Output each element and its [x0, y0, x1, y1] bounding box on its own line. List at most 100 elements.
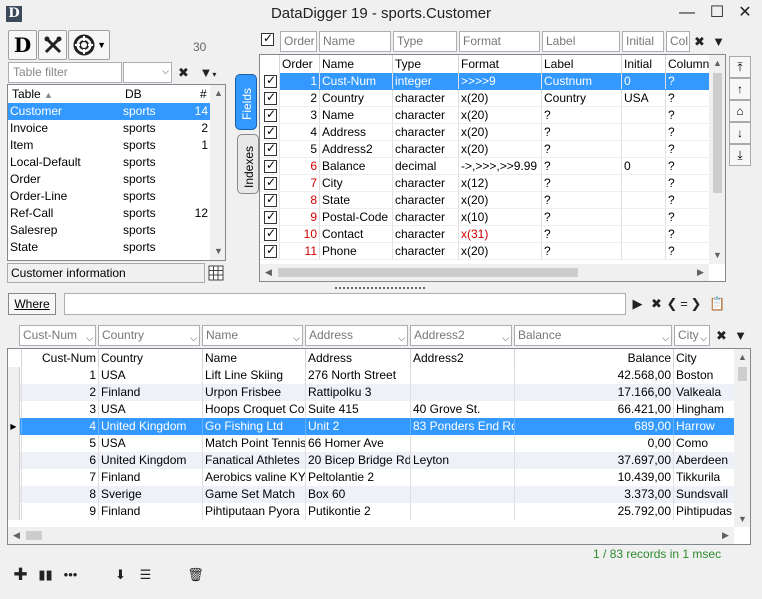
table-row[interactable]: Item sports 1	[8, 137, 210, 154]
scroll-down-icon[interactable]: ▼	[709, 247, 725, 264]
field-row[interactable]: 1Cust-Numinteger>>>>9Custnum0?	[260, 73, 710, 90]
row-indicator[interactable]: ▶	[8, 418, 20, 435]
splitter-handle[interactable]	[335, 287, 425, 290]
reset-order-button[interactable]: ⌂	[729, 100, 751, 122]
datadigger-button[interactable]: D	[8, 30, 37, 60]
data-filter-country[interactable]: Country ⌵	[98, 325, 200, 346]
field-row[interactable]: 11 Phone character x(20)??	[260, 243, 710, 260]
clear-filter-button[interactable]: ✖	[174, 62, 193, 83]
edit-record-button[interactable]: ▮▮	[36, 564, 55, 585]
field-checkbox[interactable]	[263, 209, 278, 226]
row-indicator[interactable]	[8, 401, 20, 418]
data-header-name[interactable]: Name	[203, 349, 306, 367]
field-checkbox[interactable]	[263, 73, 278, 90]
data-row[interactable]: 7 Finland Aerobics valine KY Peltolantie 2 1…	[8, 469, 734, 486]
data-row[interactable]: ▶ 4 United Kingdom Go Fishing Ltd Unit 2 83 P…	[8, 418, 734, 435]
data-filter-name[interactable]: Name ⌵	[202, 325, 303, 346]
field-row[interactable]: 9 Postal-Code character x(10)??	[260, 209, 710, 226]
table-row[interactable]: Ref-Call sports 12	[8, 205, 210, 222]
data-hscroll[interactable]: ◀ ▶	[8, 527, 734, 544]
download-button[interactable]: ⬇	[111, 564, 130, 585]
data-row[interactable]: 9 Finland Pihtiputaan Pyora Putikontie 2 25.…	[8, 503, 734, 520]
field-checkbox[interactable]	[263, 158, 278, 175]
row-indicator[interactable]	[8, 503, 20, 520]
field-filter-type[interactable]: Type	[393, 31, 457, 52]
clear-query-button[interactable]: ✖	[647, 293, 666, 314]
scroll-thumb[interactable]	[713, 73, 722, 193]
data-vscroll[interactable]: ▲ ▼	[734, 349, 750, 527]
scroll-right-icon[interactable]: ▶	[717, 527, 734, 544]
data-header-address2[interactable]: Address2	[411, 349, 515, 367]
field-row[interactable]: 5 Address2 character x(20)??	[260, 141, 710, 158]
scroll-left-icon[interactable]: ◀	[8, 527, 25, 544]
help-button[interactable]: ▼	[68, 30, 110, 60]
header-table[interactable]: Table ▲	[10, 85, 120, 103]
row-indicator[interactable]	[8, 435, 20, 452]
field-row[interactable]: 7 City character x(12)??	[260, 175, 710, 192]
delete-button[interactable]: 🗑	[186, 564, 205, 585]
where-button[interactable]: Where	[8, 293, 56, 315]
data-row[interactable]: 1 USA Lift Line Skiing 276 North Street 42.5…	[8, 367, 734, 384]
row-indicator[interactable]	[8, 469, 20, 486]
field-filter-format[interactable]: Format	[459, 31, 540, 52]
header-db[interactable]: DB	[123, 85, 183, 103]
data-header-city[interactable]: City	[674, 349, 734, 367]
data-filter-address2[interactable]: Address2 ⌵	[410, 325, 512, 346]
row-indicator[interactable]	[8, 367, 20, 384]
prev-query-button[interactable]: ❮	[665, 293, 679, 314]
data-filter-city[interactable]: City ⌵	[674, 325, 710, 346]
field-row[interactable]: 3 Name character x(20)??	[260, 107, 710, 124]
tab-fields[interactable]: Fields	[235, 74, 257, 130]
table-row[interactable]: Customer sports 14	[8, 103, 210, 120]
field-checkbox[interactable]	[263, 141, 278, 158]
scroll-thumb[interactable]	[738, 367, 747, 381]
maximize-button[interactable]: ☐	[702, 0, 732, 26]
table-row[interactable]: Local-Default sports	[8, 154, 210, 171]
scroll-up-icon[interactable]: ▲	[709, 55, 725, 72]
field-filter-order[interactable]: Order	[280, 31, 317, 52]
data-row[interactable]: 2 Finland Urpon Frisbee Rattipolku 3 17.166,…	[8, 384, 734, 401]
data-filter-balance[interactable]: Balance ⌵	[514, 325, 672, 346]
filter-button[interactable]: ▼▾	[194, 62, 222, 83]
select-all-checkbox[interactable]	[260, 31, 275, 48]
clear-data-filter-button[interactable]: ✖	[712, 325, 731, 346]
field-header-5[interactable]: Initial	[622, 55, 666, 73]
data-filter-cust-num[interactable]: Cust-Num ⌵	[19, 325, 96, 346]
data-header-address[interactable]: Address	[306, 349, 411, 367]
scroll-thumb[interactable]	[26, 531, 42, 540]
scroll-up-icon[interactable]: ▲	[210, 85, 225, 102]
scroll-left-icon[interactable]: ◀	[260, 264, 277, 281]
field-filter-label[interactable]: Label	[542, 31, 620, 52]
table-browser-scrollbar[interactable]: ▲ ▼	[210, 85, 225, 260]
move-down-button[interactable]: ↓	[729, 122, 751, 144]
field-checkbox[interactable]	[263, 90, 278, 107]
field-header-2[interactable]: Type	[393, 55, 459, 73]
field-filter-button[interactable]: ▼	[709, 31, 728, 52]
move-top-button[interactable]: ⤒	[729, 56, 751, 78]
clear-field-filter-button[interactable]: ✖	[690, 31, 709, 52]
add-record-button[interactable]: ✚	[11, 564, 30, 585]
row-indicator[interactable]	[8, 452, 20, 469]
field-row[interactable]: 2 Country character x(20) Country USA?	[260, 90, 710, 107]
scroll-thumb[interactable]	[278, 268, 578, 277]
field-header-1[interactable]: Name	[320, 55, 393, 73]
next-query-button[interactable]: ❯	[689, 293, 703, 314]
scroll-right-icon[interactable]: ▶	[692, 264, 709, 281]
data-row[interactable]: 5 USA Match Point Tennis 66 Homer Ave 0,00 Co…	[8, 435, 734, 452]
row-indicator[interactable]	[8, 384, 20, 401]
field-row[interactable]: 8 State character x(20)??	[260, 192, 710, 209]
where-input[interactable]	[64, 293, 626, 315]
view-button[interactable]: ☰	[136, 564, 155, 585]
minimize-button[interactable]: —	[672, 0, 702, 26]
grid-icon[interactable]	[208, 265, 224, 281]
data-header-balance[interactable]: Balance	[515, 349, 674, 367]
query-editor-button[interactable]: 📋	[708, 293, 727, 314]
field-header-4[interactable]: Label	[542, 55, 622, 73]
table-row[interactable]: Order sports	[8, 171, 210, 188]
field-header-0[interactable]: Order	[280, 55, 320, 73]
table-filter-input[interactable]: Table filter	[8, 62, 122, 83]
move-bottom-button[interactable]: ⤓	[729, 144, 751, 166]
field-header-3[interactable]: Format	[459, 55, 542, 73]
move-up-button[interactable]: ↑	[729, 78, 751, 100]
data-row[interactable]: 6 United Kingdom Fanatical Athletes 20 Bice…	[8, 452, 734, 469]
